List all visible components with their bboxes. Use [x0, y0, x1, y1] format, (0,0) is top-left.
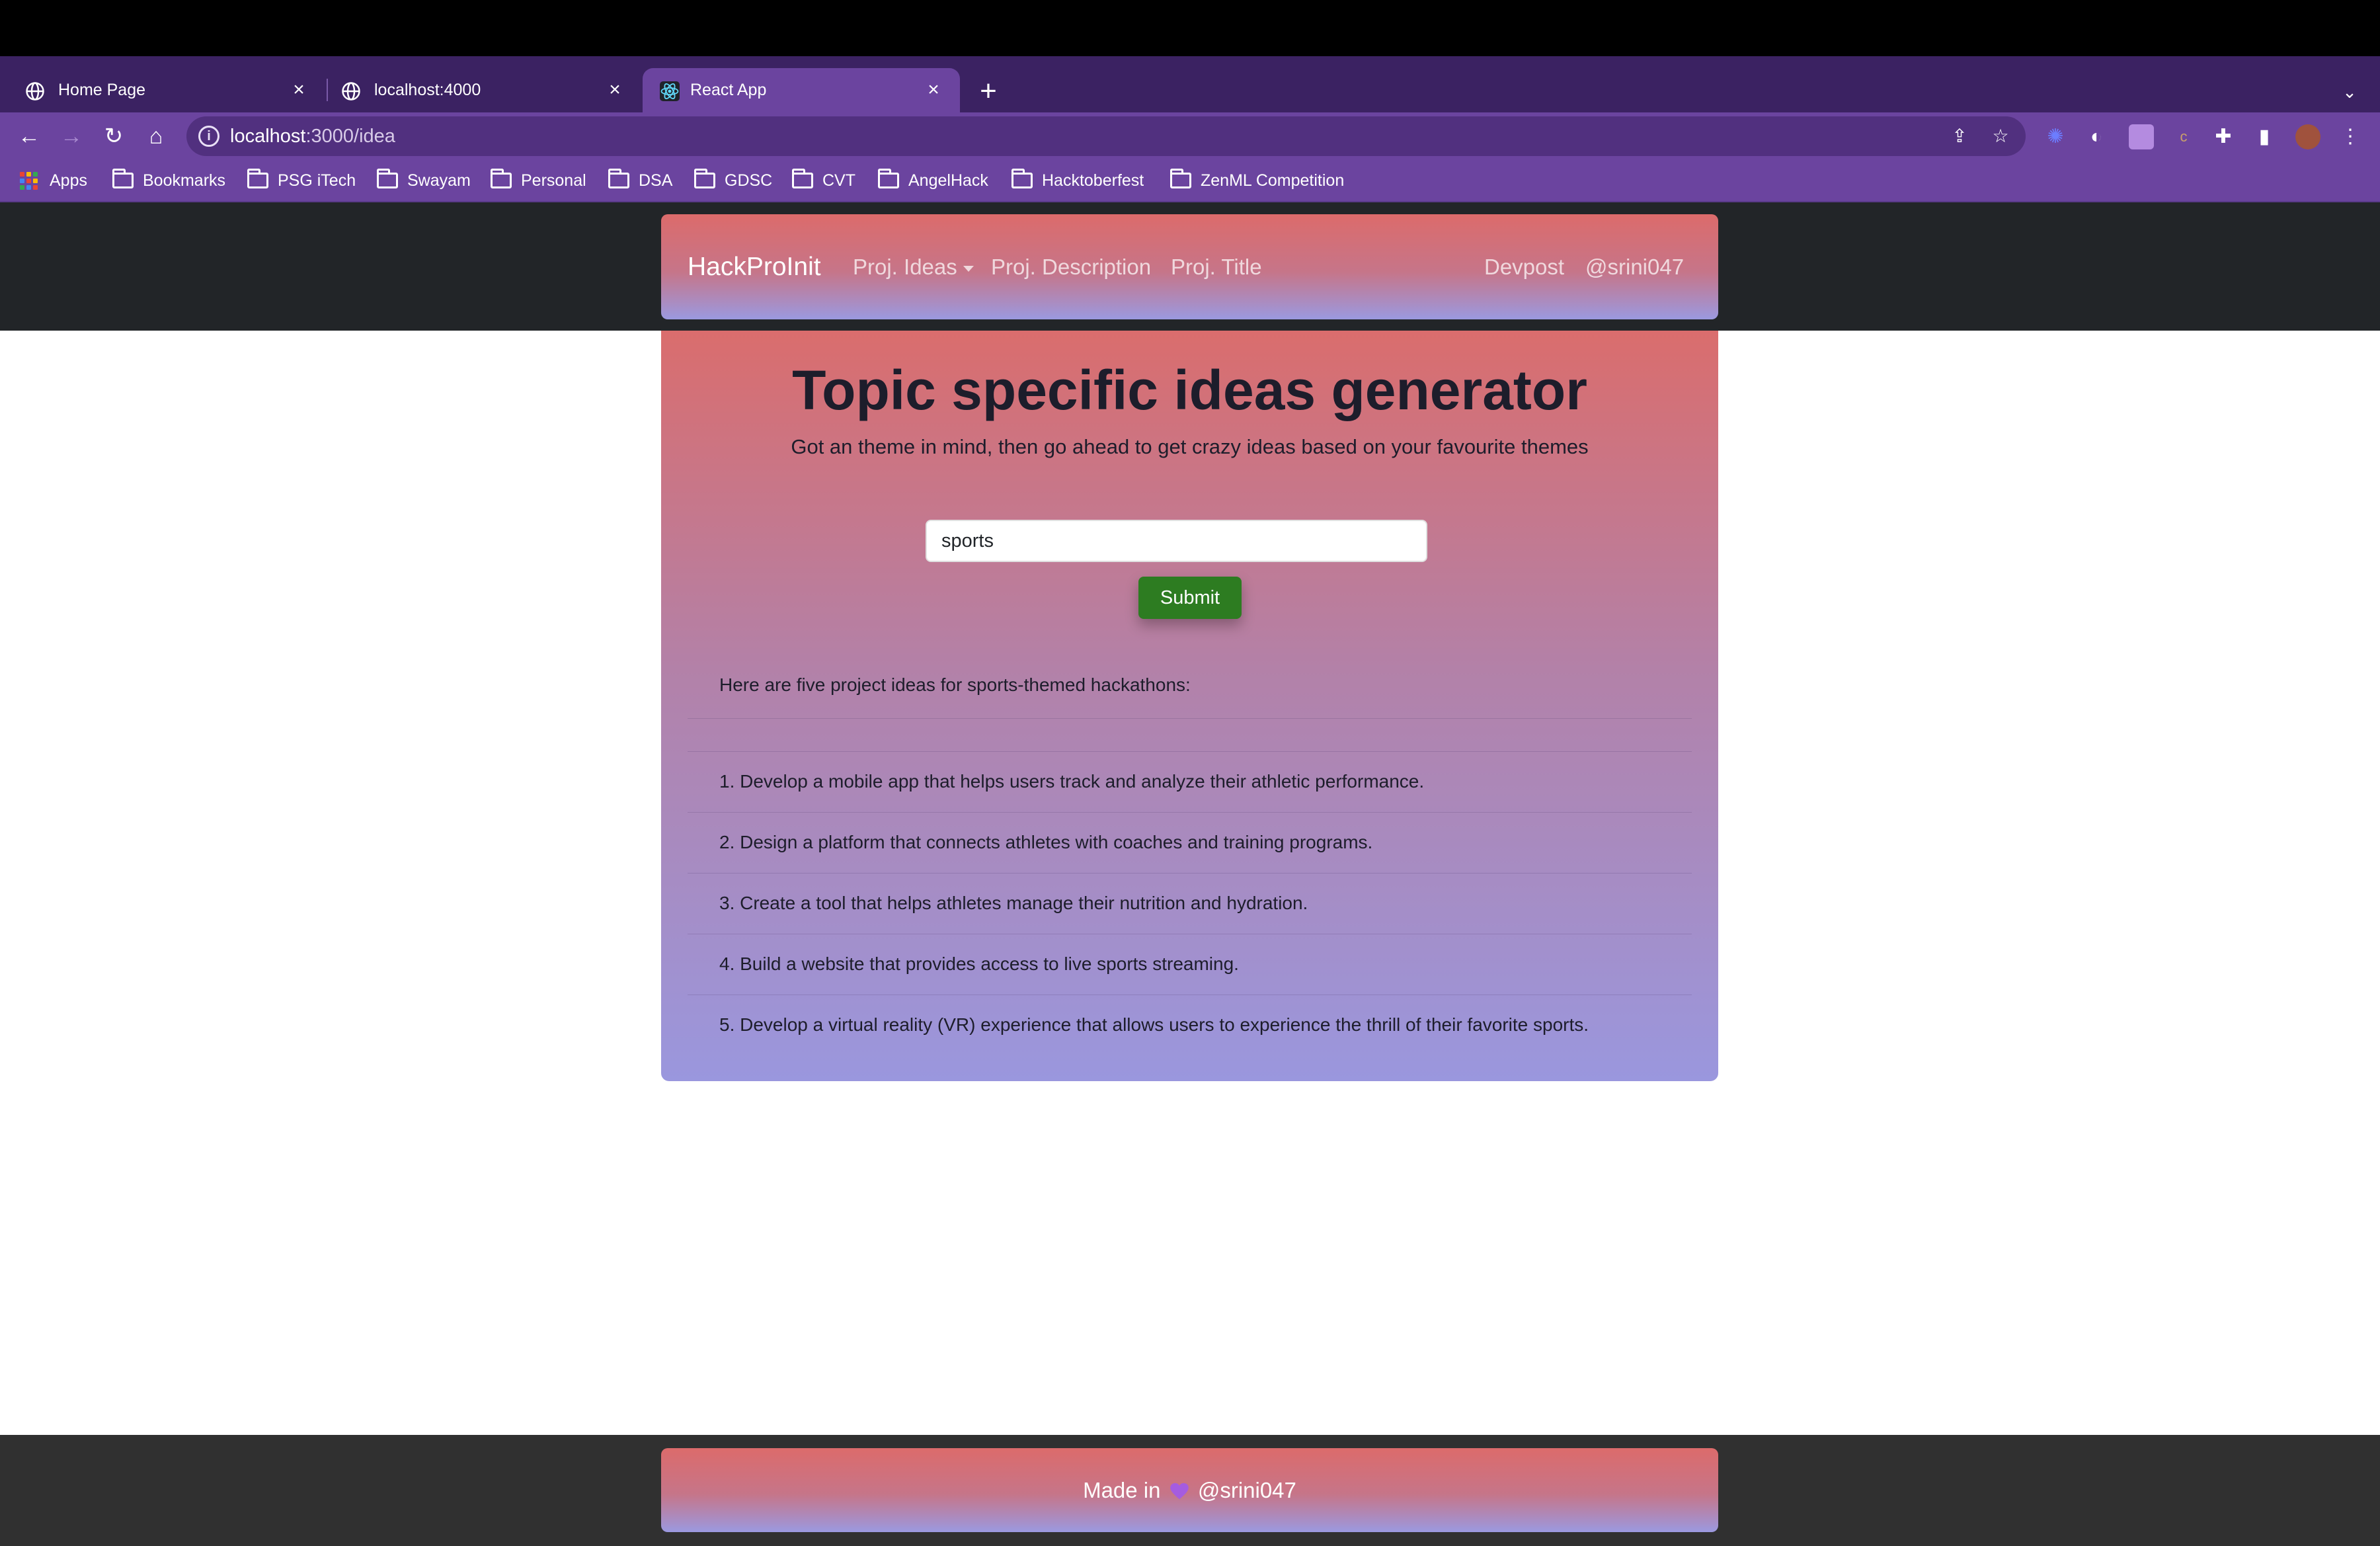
- url-text[interactable]: localhost:3000/idea: [230, 116, 395, 156]
- tab-localhost-4000[interactable]: localhost:4000 ×: [316, 68, 641, 112]
- navbar: HackProInit Proj. Ideas Proj. Descriptio…: [661, 214, 1718, 319]
- purple-heart-icon: [1170, 1483, 1189, 1500]
- home-icon[interactable]: ⌂: [140, 120, 172, 152]
- bookmark-label: Hacktoberfest: [1042, 171, 1144, 190]
- bookmark-folder[interactable]: AngelHack: [878, 160, 988, 201]
- puzzle-icon[interactable]: ✚: [2211, 124, 2236, 149]
- reload-icon[interactable]: ↻: [98, 120, 130, 152]
- bookmarks-bar: Apps Bookmarks PSG iTech Swayam Personal…: [0, 160, 2380, 202]
- new-tab-button[interactable]: +: [973, 76, 1004, 106]
- caret-down-icon: [963, 265, 974, 272]
- folder-icon: [377, 169, 398, 188]
- close-icon[interactable]: ×: [287, 78, 311, 102]
- folder-icon: [247, 169, 268, 188]
- bookmark-label: Swayam: [407, 171, 471, 190]
- bookmark-label: PSG iTech: [278, 171, 356, 190]
- page-subtitle: Got an theme in mind, then go ahead to g…: [791, 435, 1589, 458]
- divider: [688, 812, 1692, 813]
- react-icon: [660, 81, 680, 101]
- more-icon[interactable]: ⋮: [2338, 124, 2363, 149]
- bookmark-folder[interactable]: Swayam: [377, 160, 471, 201]
- url-path: :3000/idea: [305, 126, 395, 147]
- info-icon[interactable]: i: [198, 126, 219, 147]
- extension-dark-mode-icon[interactable]: ◐: [2084, 124, 2109, 149]
- nav-proj-title[interactable]: Proj. Title: [1171, 214, 1262, 319]
- bookmark-folder[interactable]: Personal: [491, 160, 586, 201]
- bookmark-label: Personal: [521, 171, 586, 190]
- divider: [688, 751, 1692, 752]
- avatar[interactable]: [2295, 124, 2320, 149]
- nav-proj-ideas-dropdown[interactable]: Proj. Ideas: [853, 214, 974, 319]
- bookmark-folder[interactable]: PSG iTech: [247, 160, 356, 201]
- tab-title: localhost:4000: [374, 81, 481, 99]
- folder-icon: [1012, 169, 1033, 188]
- browser-toolbar: ← → ↻ ⌂ i localhost:3000/idea ⇪ ☆ ✺ ◐ c …: [0, 112, 2380, 160]
- topic-input[interactable]: [926, 520, 1427, 562]
- bookmark-folder[interactable]: ZenML Competition: [1170, 160, 1344, 201]
- bookmark-folder[interactable]: CVT: [792, 160, 855, 201]
- result-intro: Here are five project ideas for sports-t…: [719, 674, 1191, 695]
- divider: [688, 873, 1692, 874]
- nav-label: Proj. Ideas: [853, 255, 957, 279]
- tab-title: Home Page: [58, 81, 146, 99]
- bookmark-folder[interactable]: Hacktoberfest: [1012, 160, 1144, 201]
- extension-gear-icon[interactable]: ✺: [2043, 124, 2068, 149]
- extension-c-icon[interactable]: c: [2171, 124, 2196, 149]
- bookmark-label: DSA: [639, 171, 673, 190]
- tab-title: React App: [690, 81, 767, 99]
- idea-item: 4. Build a website that provides access …: [719, 954, 1239, 974]
- globe-icon: [342, 82, 360, 101]
- bookmark-label: ZenML Competition: [1201, 171, 1345, 190]
- bookmark-label: Bookmarks: [143, 171, 226, 190]
- forward-icon[interactable]: →: [56, 120, 87, 152]
- idea-item: 5. Develop a virtual reality (VR) experi…: [719, 1014, 1589, 1035]
- bookmark-label: AngelHack: [908, 171, 988, 190]
- divider: [688, 718, 1692, 719]
- address-bar[interactable]: i localhost:3000/idea ⇪ ☆: [186, 116, 2026, 156]
- folder-icon: [1170, 169, 1191, 188]
- footer-prefix: Made in: [1083, 1478, 1161, 1502]
- close-icon[interactable]: ×: [922, 78, 945, 102]
- idea-item: 2. Design a platform that connects athle…: [719, 832, 1373, 852]
- idea-generator-card: Topic specific ideas generator Got an th…: [661, 331, 1718, 1081]
- bookmark-folder[interactable]: DSA: [608, 160, 672, 201]
- footer: Made in @srini047: [661, 1448, 1718, 1532]
- tab-react-app[interactable]: React App ×: [643, 68, 960, 112]
- share-icon[interactable]: ⇪: [1948, 124, 1971, 148]
- nav-devpost[interactable]: Devpost: [1484, 214, 1564, 319]
- bookmark-folder[interactable]: GDSC: [694, 160, 772, 201]
- url-host: localhost: [230, 126, 306, 147]
- folder-icon: [491, 169, 512, 188]
- chevron-down-icon[interactable]: ⌄: [2338, 80, 2361, 104]
- idea-item: 1. Develop a mobile app that helps users…: [719, 771, 1425, 792]
- footer-author[interactable]: @srini047: [1198, 1478, 1296, 1502]
- tab-home-page[interactable]: Home Page ×: [0, 68, 325, 112]
- folder-icon: [792, 169, 813, 188]
- submit-button[interactable]: Submit: [1138, 577, 1242, 619]
- back-icon[interactable]: ←: [13, 120, 45, 152]
- globe-icon: [26, 82, 44, 101]
- star-icon[interactable]: ☆: [1989, 124, 2012, 148]
- bookmark-apps[interactable]: Apps: [20, 160, 87, 201]
- bookmark-folder[interactable]: Bookmarks: [112, 160, 225, 201]
- nav-user-profile[interactable]: @srini047: [1585, 214, 1684, 319]
- bookmark-label: Apps: [50, 171, 87, 190]
- folder-icon: [112, 169, 134, 188]
- folder-icon: [694, 169, 715, 188]
- bookmark-label: CVT: [822, 171, 855, 190]
- tab-strip: Home Page × localhost:4000 × React App ×…: [0, 56, 2380, 112]
- sidebar-icon[interactable]: ▮: [2252, 124, 2277, 149]
- nav-proj-description[interactable]: Proj. Description: [991, 214, 1151, 319]
- apps-icon: [20, 171, 38, 190]
- brand-link[interactable]: HackProInit: [688, 214, 821, 319]
- os-menu-bar: [0, 0, 2380, 56]
- folder-icon: [608, 169, 629, 188]
- extension-eyedropper-icon[interactable]: [2129, 124, 2154, 149]
- page-title: Topic specific ideas generator: [792, 359, 1587, 421]
- bookmark-label: GDSC: [725, 171, 773, 190]
- close-icon[interactable]: ×: [603, 78, 627, 102]
- idea-item: 3. Create a tool that helps athletes man…: [719, 893, 1308, 913]
- folder-icon: [878, 169, 899, 188]
